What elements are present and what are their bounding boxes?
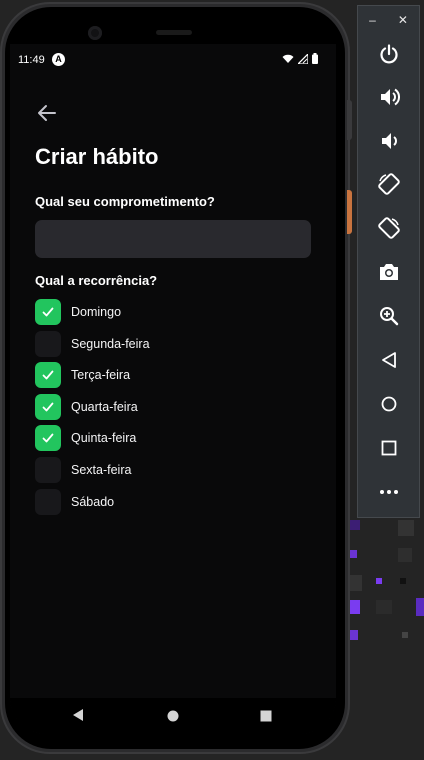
day-checkbox-row[interactable]: Segunda-feira	[35, 330, 150, 357]
more-button[interactable]	[358, 476, 419, 508]
day-label: Domingo	[71, 305, 122, 319]
day-label: Quinta-feira	[71, 431, 137, 446]
day-checkbox[interactable]	[35, 457, 61, 483]
back-icon	[381, 352, 396, 368]
battery-icon	[312, 53, 318, 64]
phone-power-button	[347, 190, 352, 234]
volume-up-button[interactable]	[358, 81, 419, 113]
nav-home-button[interactable]	[167, 709, 179, 727]
day-checkbox-row[interactable]: Terça-feira	[35, 362, 131, 389]
overview-nav-button[interactable]	[358, 432, 419, 464]
zoom-button[interactable]	[358, 300, 419, 332]
rotate-left-button[interactable]	[358, 168, 419, 200]
day-checkbox-row[interactable]: Sábado	[35, 488, 115, 515]
rotate-right-button[interactable]	[358, 212, 419, 244]
check-icon	[42, 370, 54, 380]
home-icon	[381, 396, 396, 412]
back-nav-button[interactable]	[358, 344, 419, 376]
day-checkbox-row[interactable]: Sexta-feira	[35, 457, 131, 483]
day-checkbox[interactable]	[35, 488, 61, 515]
day-checkbox-row[interactable]: Quinta-feira	[35, 425, 137, 452]
a-circle-icon: A	[52, 53, 65, 66]
recurrence-label: Qual a recorrência?	[35, 273, 158, 288]
overview-icon	[381, 440, 396, 456]
day-label: Sexta-feira	[71, 463, 132, 477]
rotate-right-icon	[377, 217, 400, 239]
front-camera	[88, 26, 102, 40]
day-label: Segunda-feira	[71, 336, 150, 351]
status-time: 11:49	[18, 54, 45, 66]
check-icon	[42, 402, 54, 412]
day-checkbox[interactable]	[35, 362, 61, 389]
minimize-icon[interactable]: –	[369, 13, 376, 27]
day-checkbox[interactable]	[35, 330, 61, 357]
status-icons	[282, 53, 318, 64]
volume-up-icon	[380, 88, 400, 106]
system-nav-bar	[10, 698, 336, 734]
day-label: Quarta-feira	[71, 399, 138, 414]
commitment-input[interactable]	[35, 220, 311, 258]
commitment-label: Qual seu comprometimento?	[35, 194, 215, 209]
phone-side-button	[347, 100, 352, 140]
back-triangle-icon	[73, 709, 83, 721]
day-checkbox[interactable]	[35, 393, 61, 420]
volume-down-button[interactable]	[358, 125, 419, 157]
day-checkbox-row[interactable]: Quarta-feira	[35, 393, 138, 420]
day-checkbox-row[interactable]: Domingo	[35, 299, 121, 325]
check-icon	[42, 307, 54, 317]
volume-down-icon	[381, 133, 397, 149]
zoom-icon	[379, 307, 398, 326]
more-icon	[379, 490, 398, 494]
page-title: Criar hábito	[35, 144, 159, 169]
power-icon	[379, 44, 398, 64]
home-circle-icon	[167, 710, 179, 722]
check-icon	[42, 433, 54, 443]
nav-recents-button[interactable]	[260, 709, 272, 727]
screenshot-button[interactable]	[358, 256, 419, 288]
earpiece-speaker	[156, 30, 192, 35]
app-screen: 11:49 A Criar hábito Qual seu comprometi…	[10, 44, 336, 734]
arrow-left-icon	[38, 105, 56, 121]
rotate-left-icon	[377, 173, 400, 195]
status-bar: 11:49 A	[10, 44, 336, 76]
day-label: Sábado	[71, 494, 115, 509]
wifi-icon	[282, 54, 294, 63]
signal-icon	[298, 53, 308, 64]
day-label: Terça-feira	[71, 368, 131, 383]
day-checkbox[interactable]	[35, 299, 61, 325]
screenshot-icon	[379, 264, 398, 280]
day-checkbox[interactable]	[35, 425, 61, 452]
nav-back-button[interactable]	[72, 708, 84, 727]
toolbar-window-controls: – ✕	[358, 6, 419, 34]
close-icon[interactable]: ✕	[398, 13, 408, 27]
emulator-toolbar: – ✕	[357, 5, 420, 518]
recents-square-icon	[260, 710, 272, 722]
back-button[interactable]	[34, 100, 60, 126]
home-nav-button[interactable]	[358, 388, 419, 420]
power-button[interactable]	[358, 38, 419, 70]
